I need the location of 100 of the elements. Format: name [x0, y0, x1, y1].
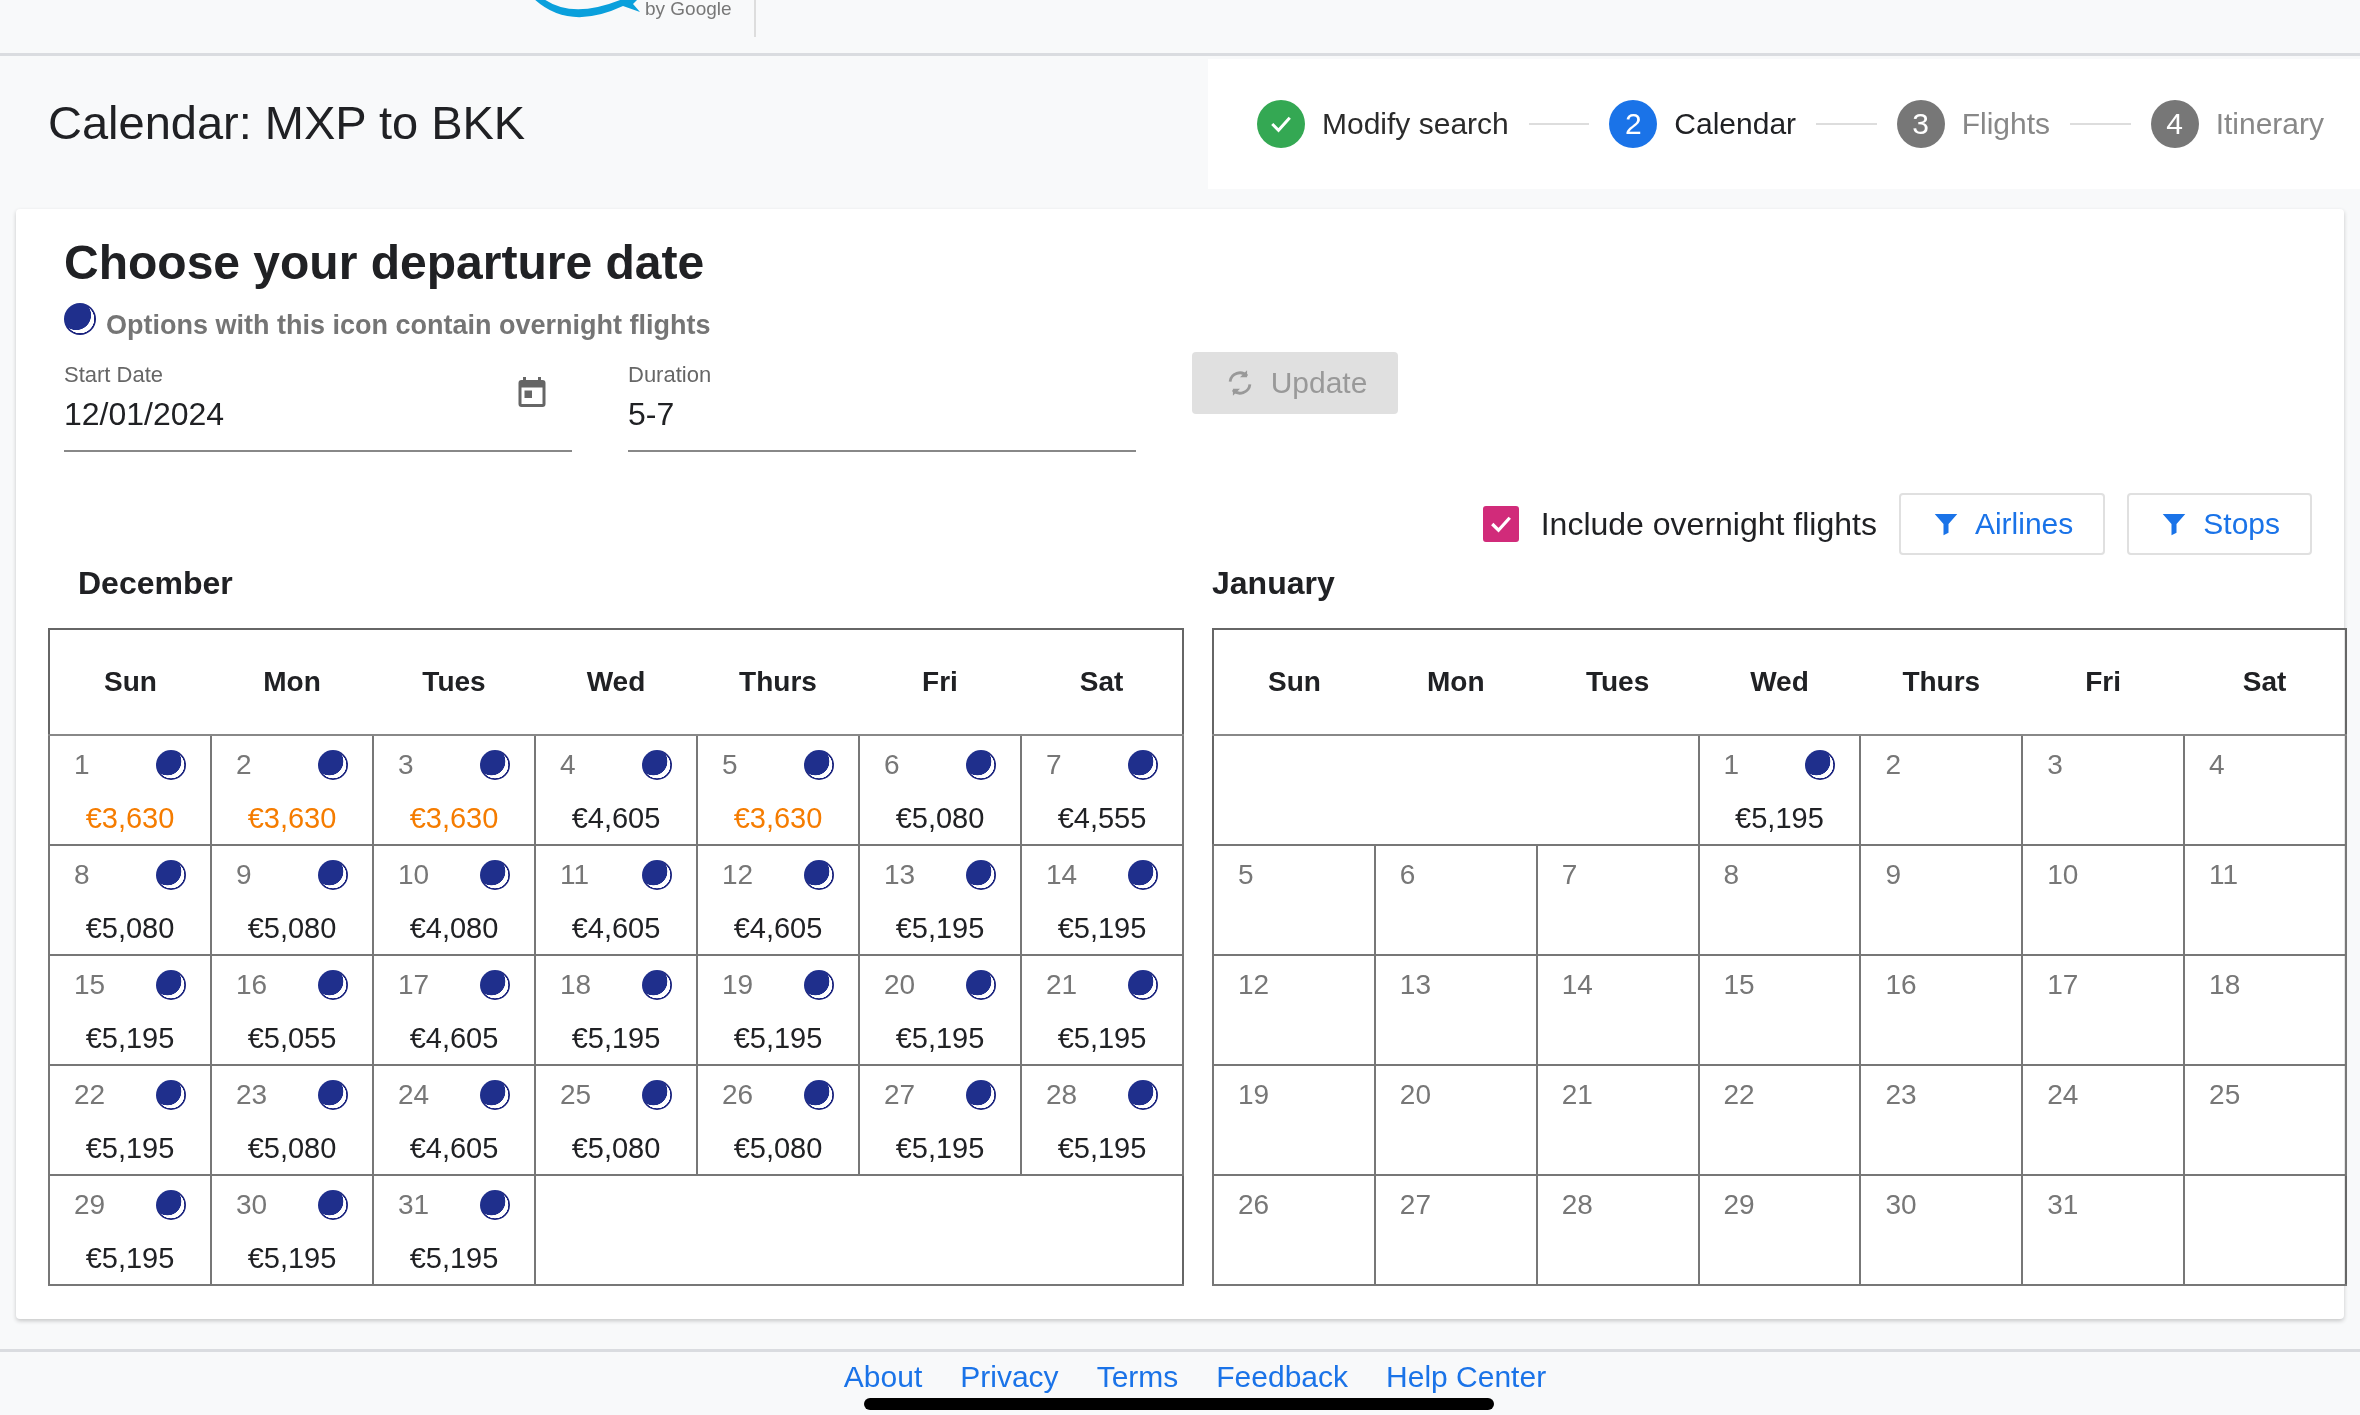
day-cell[interactable]: 4 [2184, 735, 2346, 845]
day-number: 1 [1723, 749, 1740, 781]
month-name: January [1212, 564, 1336, 603]
day-cell[interactable]: 21 [1536, 1065, 1699, 1175]
day-cell[interactable]: 17 €4,605 [373, 955, 535, 1065]
day-number: 19 [1238, 1079, 1270, 1111]
day-cell[interactable]: 3 €3,630 [373, 735, 535, 845]
step-label[interactable]: Itinerary [2215, 107, 2324, 141]
day-cell[interactable]: 7 €4,555 [1021, 735, 1183, 845]
price-text: €5,195 [1056, 1022, 1148, 1055]
day-cell[interactable]: 28 €5,195 [1021, 1065, 1183, 1175]
day-cell[interactable]: 25 €5,080 [535, 1065, 697, 1175]
day-cell[interactable]: 18 [2184, 955, 2346, 1065]
day-cell[interactable]: 20 €5,195 [859, 955, 1021, 1065]
day-cell[interactable]: 22 [1698, 1065, 1861, 1175]
day-cell[interactable]: 15 [1698, 955, 1861, 1065]
day-number: 4 [560, 749, 576, 781]
footer-link[interactable]: About [843, 1360, 923, 1394]
day-number: 7 [1561, 859, 1578, 891]
day-cell[interactable]: 23 [1860, 1065, 2023, 1175]
day-cell[interactable]: 9 [1860, 845, 2023, 955]
footer-link[interactable]: Terms [1096, 1360, 1179, 1394]
day-cell[interactable]: 6 €5,080 [859, 735, 1021, 845]
day-number: 6 [884, 749, 900, 781]
day-cell[interactable]: 14 €5,195 [1021, 845, 1183, 955]
day-cell[interactable]: 24 [2022, 1065, 2185, 1175]
day-cell[interactable]: 12 €4,605 [697, 845, 859, 955]
day-cell[interactable]: 31 €5,195 [373, 1175, 535, 1285]
day-cell[interactable]: 1 €5,195 [1698, 735, 1861, 845]
step-number: 2 [1609, 100, 1658, 148]
footer-link[interactable]: Help Center [1386, 1360, 1547, 1394]
day-cell[interactable]: 16 [1860, 955, 2023, 1065]
day-cell[interactable]: 8 €5,080 [49, 845, 211, 955]
day-cell[interactable]: 27 €5,195 [859, 1065, 1021, 1175]
day-number: 9 [1885, 859, 1901, 891]
day-cell[interactable]: 16 €5,055 [211, 955, 373, 1065]
day-cell[interactable]: 2 [1860, 735, 2023, 845]
day-cell[interactable]: 11 [2184, 845, 2346, 955]
day-cell[interactable]: 4 €4,605 [535, 735, 697, 845]
day-number: 11 [560, 859, 590, 891]
day-cell[interactable]: 6 [1374, 845, 1537, 955]
step-label[interactable]: Calendar [1674, 107, 1797, 141]
day-cell[interactable]: 19 [1213, 1065, 1375, 1175]
day-cell[interactable]: 7 [1536, 845, 1699, 955]
day-cell[interactable]: 19 €5,195 [697, 955, 859, 1065]
day-cell[interactable]: 30 €5,195 [211, 1175, 373, 1285]
day-cell[interactable]: 24 €4,605 [373, 1065, 535, 1175]
day-cell[interactable]: 26 €5,080 [697, 1065, 859, 1175]
day-cell[interactable]: 1 €3,630 [49, 735, 211, 845]
day-cell[interactable]: 25 [2184, 1065, 2346, 1175]
day-cell[interactable]: 8 [1698, 845, 1861, 955]
day-cell[interactable]: 23 €5,080 [211, 1065, 373, 1175]
day-cell[interactable]: 31 [2022, 1175, 2185, 1285]
day-number: 27 [884, 1079, 916, 1111]
weekday-header: Mon [1374, 629, 1537, 735]
day-cell[interactable]: 17 [2022, 955, 2185, 1065]
day-cell[interactable]: 29 [1698, 1175, 1861, 1285]
day-cell[interactable]: 26 [1213, 1175, 1375, 1285]
day-cell[interactable]: 18 €5,195 [535, 955, 697, 1065]
day-cell[interactable]: 13 €5,195 [859, 845, 1021, 955]
section-heading: Choose your departure date [64, 235, 706, 291]
day-cell[interactable]: 22 €5,195 [49, 1065, 211, 1175]
day-cell[interactable]: 12 [1213, 955, 1375, 1065]
day-cell[interactable]: 11 €4,605 [535, 845, 697, 955]
day-number: 22 [1723, 1079, 1755, 1111]
footer-link[interactable]: Feedback [1216, 1360, 1349, 1394]
day-cell[interactable]: 9 €5,080 [211, 845, 373, 955]
day-cell[interactable]: 3 [2022, 735, 2185, 845]
day-cell[interactable]: 10 €4,080 [373, 845, 535, 955]
day-number: 5 [1238, 859, 1254, 891]
day-cell[interactable]: 13 [1374, 955, 1537, 1065]
day-cell[interactable]: 5 [1213, 845, 1375, 955]
day-cell[interactable]: 30 [1860, 1175, 2023, 1285]
filter-button[interactable]: Airlines [1898, 493, 2106, 555]
step-label[interactable]: Flights [1961, 107, 2051, 141]
price-text: €3,630 [246, 802, 338, 835]
checkbox[interactable] [1482, 506, 1519, 542]
checkbox-label[interactable]: Include overnight flights [1540, 505, 1877, 543]
day-cell[interactable]: 27 [1374, 1175, 1537, 1285]
day-cell[interactable]: 28 [1536, 1175, 1699, 1285]
step-label[interactable]: Modify search [1322, 107, 1509, 141]
duration-field[interactable]: Duration 5-7 [628, 362, 1136, 452]
day-cell[interactable]: 21 €5,195 [1021, 955, 1183, 1065]
day-number: 8 [74, 859, 90, 891]
day-cell[interactable]: 14 [1536, 955, 1699, 1065]
price-text: €4,605 [732, 912, 824, 945]
day-number: 27 [1399, 1189, 1431, 1221]
footer-link[interactable]: Privacy [960, 1360, 1059, 1394]
day-number: 1 [74, 749, 90, 781]
day-cell[interactable]: 15 €5,195 [49, 955, 211, 1065]
day-number: 13 [1399, 969, 1431, 1001]
filter-button[interactable]: Stops [2127, 493, 2312, 555]
day-cell[interactable]: 5 €3,630 [697, 735, 859, 845]
day-number: 28 [1561, 1189, 1593, 1221]
price-text: €5,080 [732, 1132, 824, 1165]
day-cell[interactable]: 2 €3,630 [211, 735, 373, 845]
day-cell[interactable]: 10 [2022, 845, 2185, 955]
day-cell[interactable]: 20 [1374, 1065, 1537, 1175]
day-cell[interactable]: 29 €5,195 [49, 1175, 211, 1285]
start-date-field[interactable]: Start Date 12/01/2024 [64, 362, 572, 452]
